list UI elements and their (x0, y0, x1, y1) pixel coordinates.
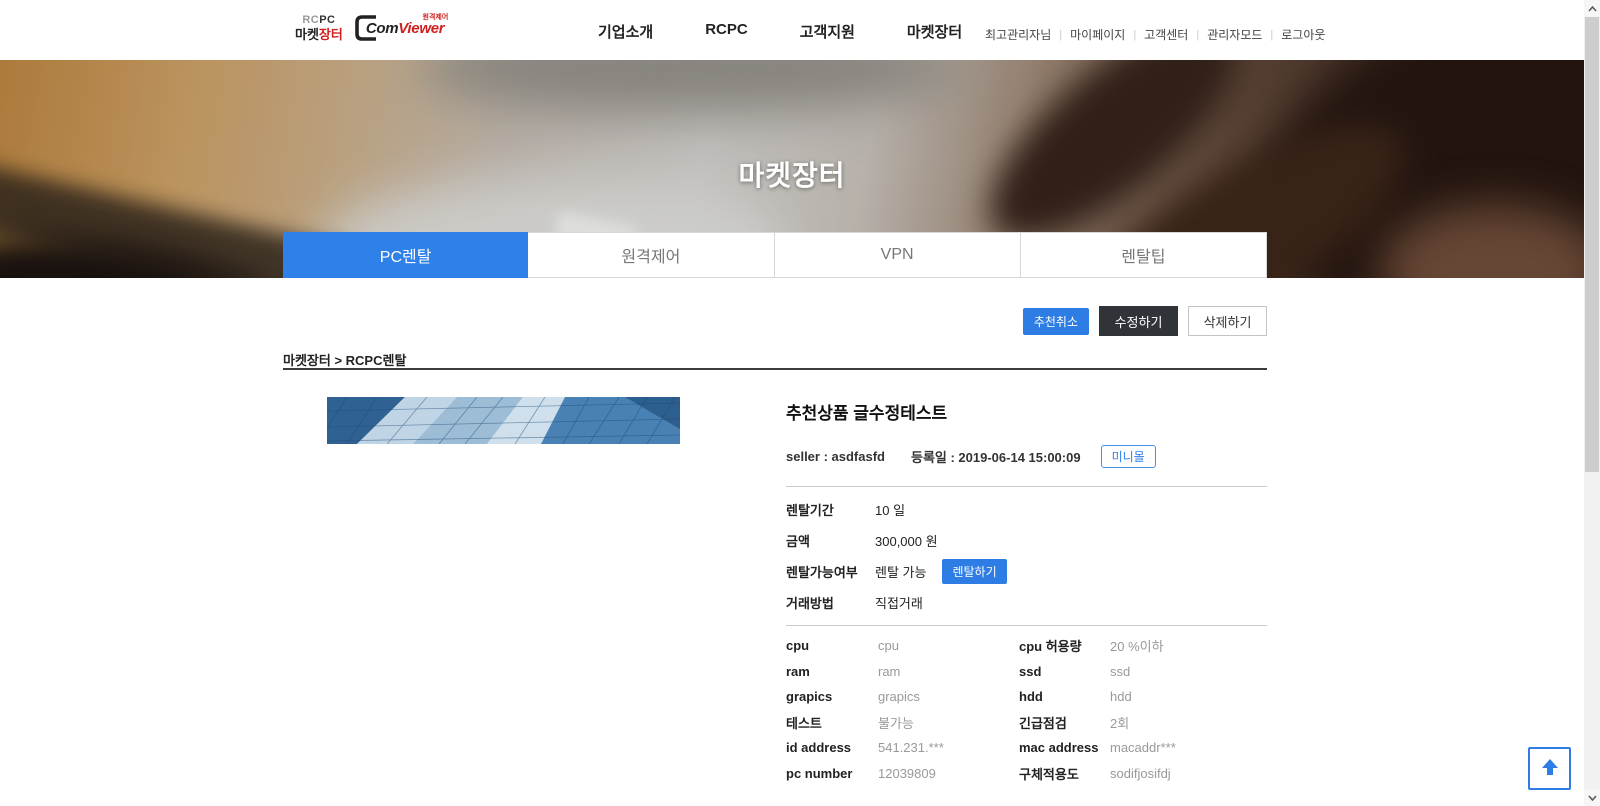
spec-label: cpu (786, 633, 878, 659)
row-label: 금액 (786, 531, 875, 550)
nav-item-company[interactable]: 기업소개 (598, 21, 653, 42)
divider: | (1133, 29, 1136, 41)
spec-label: 긴급점검 (1019, 710, 1110, 736)
chevron-down-icon[interactable] (1584, 789, 1600, 806)
user-link-mypage[interactable]: 마이페이지 (1070, 26, 1125, 43)
user-link-admin-name[interactable]: 최고관리자님 (985, 26, 1051, 43)
section-divider (283, 368, 1267, 370)
product-title: 추천상품 글수정테스트 (786, 403, 1267, 424)
row-value: 300,000 원 (875, 531, 938, 550)
chevron-up-icon[interactable] (1584, 0, 1600, 17)
table-row: 렌탈가능여부 렌탈 가능 렌탈하기 (786, 556, 1267, 587)
main-nav: 기업소개 RCPC 고객지원 마켓장터 (598, 21, 962, 42)
nav-item-market[interactable]: 마켓장터 (907, 21, 962, 42)
breadcrumb: 마켓장터 > RCPC렌탈 (283, 350, 406, 369)
spec-label: hdd (1019, 684, 1110, 710)
nav-item-rcpc[interactable]: RCPC (705, 21, 748, 42)
spec-value: sodifjosifdj (1110, 761, 1267, 787)
spec-label: pc number (786, 761, 878, 787)
spec-label: cpu 허용량 (1019, 633, 1110, 659)
comviewer-logo: ComViewer 원격제어 (352, 10, 444, 46)
divider: | (1059, 29, 1062, 41)
spec-value: ssd (1110, 659, 1267, 685)
user-link-admin-mode[interactable]: 관리자모드 (1207, 26, 1262, 43)
logo-text: Com (366, 20, 398, 37)
spec-value: 12039809 (878, 761, 1019, 787)
delete-button[interactable]: 삭제하기 (1188, 306, 1267, 336)
spec-table: cpu cpu cpu 허용량 20 %이하 ram ram ssd ssd g… (786, 633, 1267, 786)
up-arrow-icon (1539, 756, 1561, 781)
divider: | (1196, 29, 1199, 41)
spec-value: 20 %이하 (1110, 633, 1267, 659)
scrollbar[interactable] (1584, 0, 1600, 806)
spec-value: ram (878, 659, 1019, 685)
rental-info-table: 렌탈기간 10 일 금액 300,000 원 렌탈가능여부 렌탈 가능 렌탈하기… (786, 487, 1267, 625)
tab-pc-rental[interactable]: PC렌탈 (283, 232, 528, 278)
page: RCPC 마켓장터 ComViewer 원격제어 기업소개 RCPC 고객지원 … (0, 0, 1600, 806)
tab-rental-tip[interactable]: 렌탈팁 (1021, 232, 1267, 278)
spec-value: grapics (878, 684, 1019, 710)
tab-vpn[interactable]: VPN (775, 232, 1021, 278)
table-row: 금액 300,000 원 (786, 525, 1267, 556)
category-tabs: PC렌탈 원격제어 VPN 렌탈팁 (283, 232, 1267, 278)
product-image (327, 397, 680, 444)
recommend-cancel-button[interactable]: 추천취소 (1023, 308, 1089, 335)
user-links: 최고관리자님 | 마이페이지 | 고객센터 | 관리자모드 | 로그아웃 (985, 26, 1325, 43)
product-detail: 추천상품 글수정테스트 seller : asdfasfd 등록일 : 2019… (786, 397, 1267, 786)
divider (786, 625, 1267, 626)
logo-text: 장터 (319, 27, 343, 42)
scrollbar-thumb[interactable] (1585, 17, 1599, 472)
edit-button[interactable]: 수정하기 (1099, 306, 1178, 336)
divider: | (1270, 29, 1273, 41)
tab-remote-control[interactable]: 원격제어 (528, 232, 774, 278)
row-label: 거래방법 (786, 593, 875, 612)
minimall-button[interactable]: 미니몰 (1101, 445, 1156, 468)
header: RCPC 마켓장터 ComViewer 원격제어 기업소개 RCPC 고객지원 … (0, 0, 1600, 60)
row-value: 직접거래 (875, 593, 923, 612)
spec-label: grapics (786, 684, 878, 710)
spec-value: 불가능 (878, 710, 1019, 736)
spec-label: mac address (1019, 735, 1110, 761)
spec-value: cpu (878, 633, 1019, 659)
spec-label: ssd (1019, 659, 1110, 685)
spec-value: hdd (1110, 684, 1267, 710)
table-row: 거래방법 직접거래 (786, 587, 1267, 618)
spec-label: id address (786, 735, 878, 761)
nav-item-support[interactable]: 고객지원 (800, 21, 855, 42)
row-value: 10 일 (875, 500, 905, 519)
spec-value: 541.231.*** (878, 735, 1019, 761)
user-link-logout[interactable]: 로그아웃 (1281, 26, 1325, 43)
rcpc-logo: RCPC 마켓장터 (295, 14, 343, 43)
site-logo[interactable]: RCPC 마켓장터 ComViewer 원격제어 (295, 10, 444, 46)
hero-title: 마켓장터 (0, 154, 1584, 194)
spec-value: macaddr*** (1110, 735, 1267, 761)
spec-value: 2회 (1110, 710, 1267, 736)
scroll-top-button[interactable] (1528, 747, 1571, 790)
comviewer-badge: 원격제어 (423, 12, 449, 22)
post-actions: 추천취소 수정하기 삭제하기 (1022, 306, 1267, 336)
seller-label: seller : asdfasfd (786, 449, 885, 464)
product-meta: seller : asdfasfd 등록일 : 2019-06-14 15:00… (786, 446, 1267, 467)
row-value: 렌탈 가능 (875, 562, 926, 581)
spec-label: ram (786, 659, 878, 685)
user-link-customer-center[interactable]: 고객센터 (1144, 26, 1188, 43)
spec-label: 테스트 (786, 710, 878, 736)
registered-date: 등록일 : 2019-06-14 15:00:09 (911, 447, 1081, 466)
logo-text: Viewer (398, 20, 444, 37)
row-label: 렌탈가능여부 (786, 562, 875, 581)
table-row: 렌탈기간 10 일 (786, 494, 1267, 525)
spec-label: 구체적용도 (1019, 761, 1110, 787)
rent-now-button[interactable]: 렌탈하기 (942, 559, 1006, 584)
logo-text: 마켓 (295, 27, 319, 42)
logo-text: PC (319, 14, 335, 26)
row-label: 렌탈기간 (786, 500, 875, 519)
logo-text: RC (302, 14, 319, 26)
